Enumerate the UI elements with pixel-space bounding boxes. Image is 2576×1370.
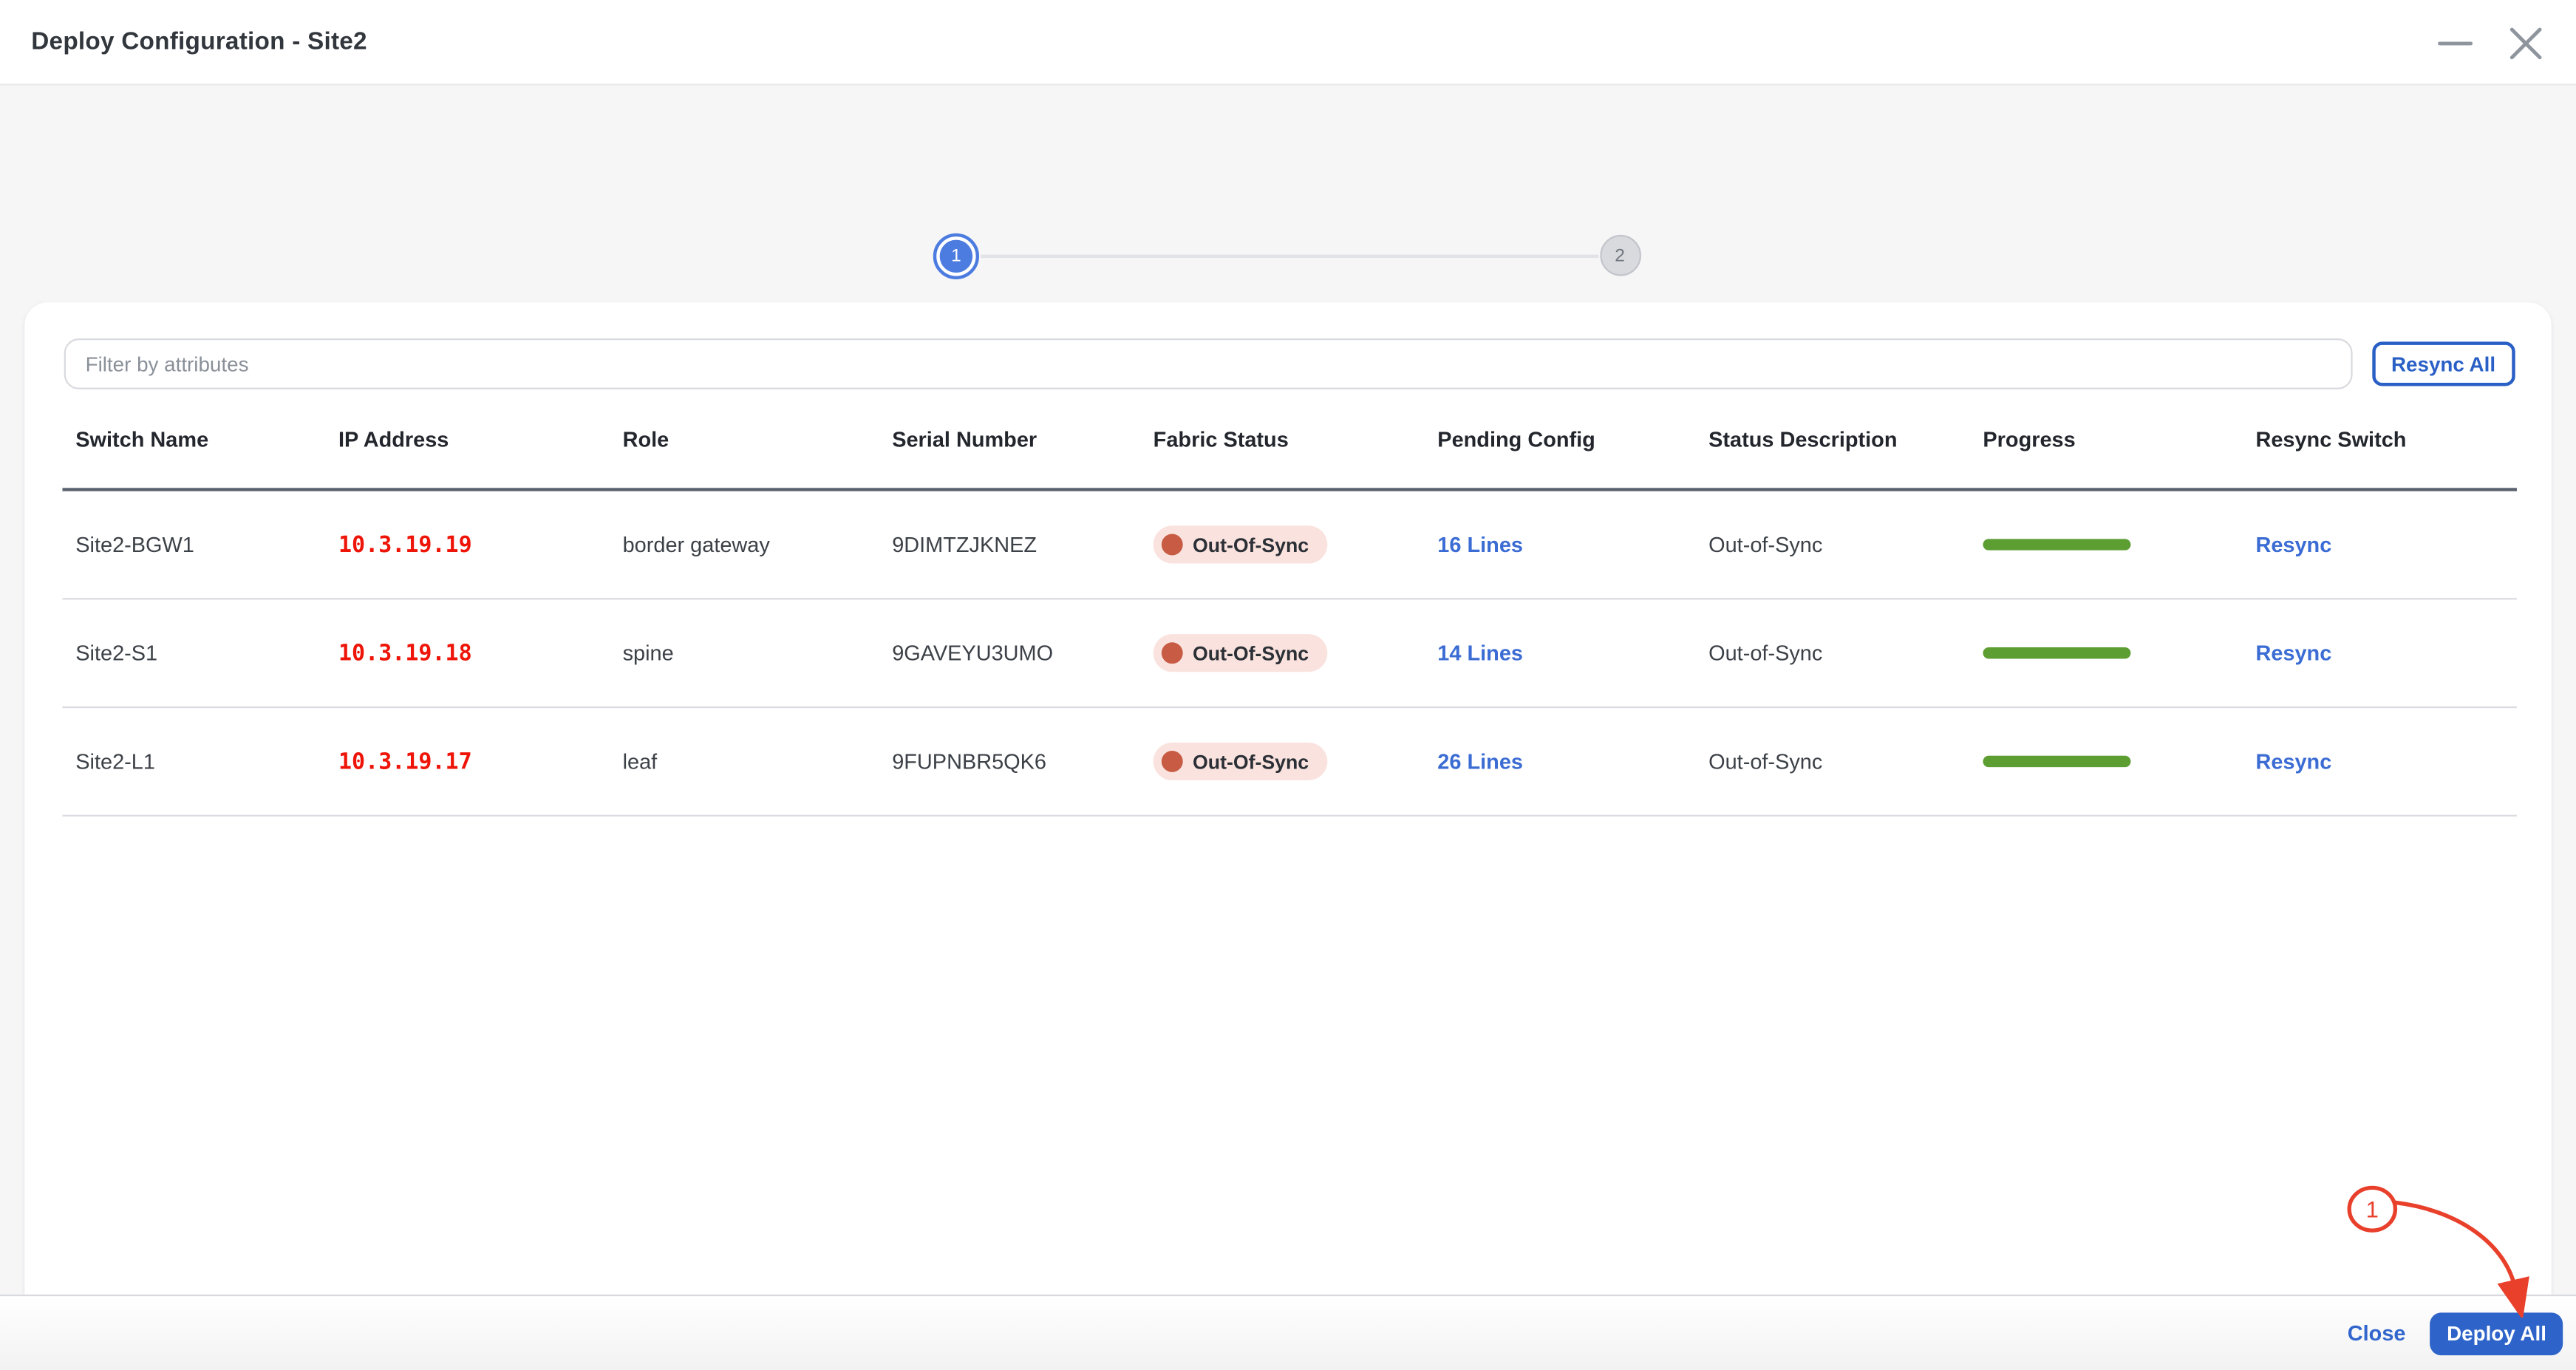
resync-cell: Resync — [2243, 532, 2517, 556]
close-button[interactable]: Close — [2348, 1320, 2406, 1345]
switch-table: Switch Name IP Address Role Serial Numbe… — [62, 389, 2516, 817]
fabric-status: Out-Of-Sync — [1140, 634, 1425, 672]
pending-config-cell: 14 Lines — [1425, 641, 1696, 665]
resync-cell: Resync — [2243, 641, 2517, 665]
pending-config-cell: 16 Lines — [1425, 532, 1696, 556]
dialog-header: Deploy Configuration - Site2 — [0, 0, 2576, 86]
status-badge: Out-Of-Sync — [1154, 525, 1327, 563]
switch-name: Site2-BGW1 — [62, 532, 325, 556]
col-status-description: Status Description — [1695, 426, 1969, 451]
col-resync-switch: Resync Switch — [2243, 426, 2517, 451]
pending-config-link[interactable]: 16 Lines — [1437, 532, 1523, 556]
dialog-footer: Close Deploy All — [0, 1295, 2576, 1370]
fabric-status: Out-Of-Sync — [1140, 525, 1425, 563]
progress-bar — [1983, 756, 2130, 768]
progress-cell — [1970, 539, 2243, 551]
table-header-row: Switch Name IP Address Role Serial Numbe… — [62, 389, 2516, 491]
out-of-sync-dot-icon — [1162, 534, 1183, 556]
table-row: Site2-S1 10.3.19.18 spine 9GAVEYU3UMO Ou… — [62, 599, 2516, 708]
minimize-icon[interactable] — [2438, 25, 2473, 60]
progress-bar — [1983, 539, 2130, 551]
deploy-configuration-dialog: Deploy Configuration - Site2 1 Config Pr… — [0, 0, 2576, 1370]
col-fabric-status: Fabric Status — [1140, 426, 1425, 451]
status-badge: Out-Of-Sync — [1154, 743, 1327, 780]
pending-config-link[interactable]: 14 Lines — [1437, 641, 1523, 665]
ip-address: 10.3.19.19 — [325, 531, 610, 558]
resync-link[interactable]: Resync — [2255, 749, 2331, 774]
switch-table-card: Resync All Switch Name IP Address Role S… — [24, 302, 2551, 1295]
progress-cell — [1970, 756, 2243, 768]
ip-address: 10.3.19.17 — [325, 749, 610, 775]
serial-number: 9FUPNBR5QK6 — [879, 749, 1139, 774]
col-pending-config: Pending Config — [1425, 426, 1696, 451]
deploy-all-button[interactable]: Deploy All — [2430, 1312, 2563, 1354]
step-1-circle: 1 — [933, 234, 979, 279]
role: border gateway — [610, 532, 879, 556]
col-ip-address: IP Address — [325, 426, 610, 451]
status-description: Out-of-Sync — [1695, 532, 1969, 556]
switch-name: Site2-S1 — [62, 641, 325, 665]
resync-link[interactable]: Resync — [2255, 641, 2331, 665]
status-description: Out-of-Sync — [1695, 641, 1969, 665]
role: spine — [610, 641, 879, 665]
wizard-stepper: 1 Config Preview 2 Deploy Progress — [0, 86, 2576, 302]
progress-cell — [1970, 647, 2243, 659]
status-description: Out-of-Sync — [1695, 749, 1969, 774]
out-of-sync-dot-icon — [1162, 751, 1183, 772]
serial-number: 9GAVEYU3UMO — [879, 641, 1139, 665]
resync-all-button[interactable]: Resync All — [2371, 341, 2515, 386]
col-role: Role — [610, 426, 879, 451]
role: leaf — [610, 749, 879, 774]
fabric-status: Out-Of-Sync — [1140, 743, 1425, 780]
col-switch-name: Switch Name — [62, 426, 325, 451]
status-badge: Out-Of-Sync — [1154, 634, 1327, 672]
serial-number: 9DIMTZJKNEZ — [879, 532, 1139, 556]
close-icon[interactable] — [2509, 25, 2543, 60]
dialog-title: Deploy Configuration - Site2 — [31, 28, 367, 56]
progress-bar — [1983, 647, 2130, 659]
resync-link[interactable]: Resync — [2255, 532, 2331, 556]
switch-name: Site2-L1 — [62, 749, 325, 774]
table-row: Site2-L1 10.3.19.17 leaf 9FUPNBR5QK6 Out… — [62, 708, 2516, 817]
pending-config-link[interactable]: 26 Lines — [1437, 749, 1523, 774]
out-of-sync-dot-icon — [1162, 642, 1183, 664]
table-toolbar: Resync All — [24, 302, 2551, 389]
ip-address: 10.3.19.18 — [325, 640, 610, 667]
col-serial-number: Serial Number — [879, 426, 1139, 451]
pending-config-cell: 26 Lines — [1425, 749, 1696, 774]
step-2-circle: 2 — [1599, 235, 1640, 276]
col-progress: Progress — [1970, 426, 2243, 451]
resync-cell: Resync — [2243, 749, 2517, 774]
filter-input[interactable] — [64, 338, 2352, 389]
table-row: Site2-BGW1 10.3.19.19 border gateway 9DI… — [62, 491, 2516, 600]
